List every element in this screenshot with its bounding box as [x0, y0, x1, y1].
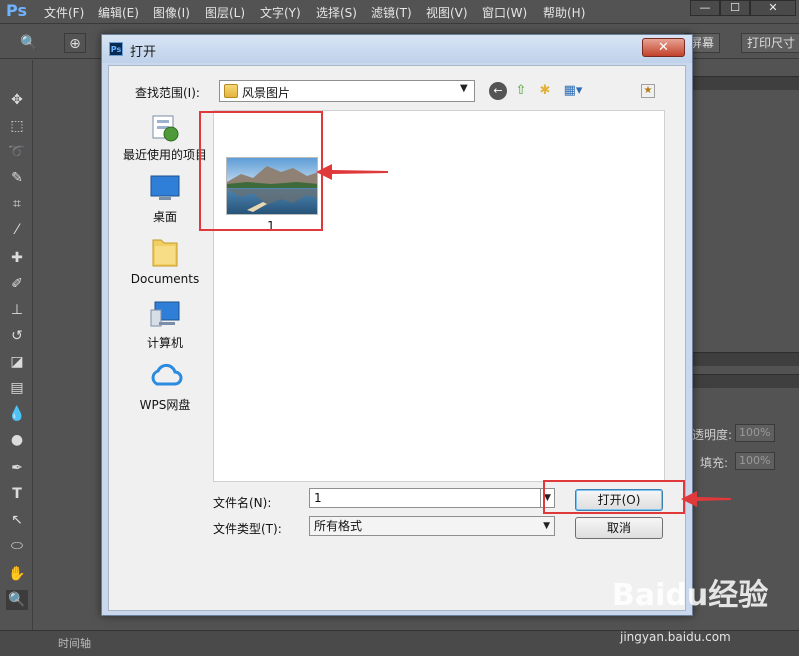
menu-bar: Ps 文件(F) 编辑(E) 图像(I) 图层(L) 文字(Y) 选择(S) 滤…	[0, 0, 799, 24]
place-label: WPS网盘	[139, 398, 191, 412]
menu-type[interactable]: 文字(Y)	[260, 4, 301, 21]
dodge-tool-icon[interactable]: ●	[6, 430, 28, 450]
shape-tool-icon[interactable]: ⬭	[6, 536, 28, 556]
back-icon[interactable]: ←	[489, 82, 507, 100]
folder-icon	[224, 84, 238, 98]
dialog-body: 查找范围(I): 风景图片 ▼ ← ⇧ ✱ ▦▾ ★ 最近使用的项目 桌面 Do…	[108, 65, 686, 611]
look-in-value: 风景图片	[242, 86, 291, 100]
eraser-tool-icon[interactable]: ◪	[6, 352, 28, 372]
dialog-title-bar: Ps 打开 ✕	[102, 35, 692, 63]
panel-header	[688, 352, 799, 366]
up-folder-icon[interactable]: ⇧	[512, 82, 530, 100]
print-size-button[interactable]: 打印尺寸	[741, 33, 799, 53]
documents-folder-icon	[152, 239, 178, 267]
open-file-dialog: Ps 打开 ✕ 查找范围(I): 风景图片 ▼ ← ⇧ ✱ ▦▾ ★ 最近使用的…	[101, 34, 693, 616]
lasso-tool-icon[interactable]: ➰	[6, 142, 28, 162]
favorite-folder-icon[interactable]: ★	[641, 84, 655, 98]
zoom-in-icon[interactable]: ⊕	[64, 33, 86, 53]
zoom-tool-active-icon[interactable]: 🔍	[6, 590, 28, 610]
baidu-watermark-url: jingyan.baidu.com	[620, 630, 731, 644]
timeline-label: 时间轴	[58, 637, 91, 650]
baidu-watermark: Baidu经验	[612, 578, 769, 613]
chevron-down-icon: ▼	[543, 521, 550, 531]
chevron-down-icon: ▼	[460, 83, 468, 94]
highlight-box-open-button	[543, 480, 685, 514]
menu-window[interactable]: 窗口(W)	[482, 4, 527, 21]
menu-layer[interactable]: 图层(L)	[205, 4, 245, 21]
desktop-icon	[150, 175, 180, 200]
pen-tool-icon[interactable]: ✒	[6, 458, 28, 478]
highlight-box-file	[199, 111, 323, 231]
places-bar: 最近使用的项目 桌面 Documents 计算机 WPS网盘	[121, 110, 209, 584]
red-arrow-icon	[316, 164, 388, 180]
marquee-tool-icon[interactable]: ⬚	[6, 116, 28, 136]
brush-tool-icon[interactable]: ✐	[6, 274, 28, 294]
filetype-select[interactable]: 所有格式 ▼	[309, 516, 555, 536]
hand-tool-icon[interactable]: ✋	[6, 564, 28, 584]
wps-cloud-icon	[151, 363, 183, 386]
photoshop-logo: Ps	[6, 1, 27, 20]
quick-select-tool-icon[interactable]: ✎	[6, 168, 28, 188]
dialog-close-button[interactable]: ✕	[642, 38, 685, 57]
type-tool-icon[interactable]: T	[6, 484, 28, 504]
menu-select[interactable]: 选择(S)	[316, 4, 357, 21]
path-select-tool-icon[interactable]: ↖	[6, 510, 28, 530]
fill-field[interactable]: 100%	[735, 452, 775, 470]
eyedropper-tool-icon[interactable]: ⁄	[6, 220, 28, 240]
new-folder-icon[interactable]: ✱	[536, 82, 554, 100]
computer-icon	[150, 301, 180, 327]
place-label: 桌面	[152, 210, 177, 224]
cancel-button[interactable]: 取消	[575, 517, 663, 539]
healing-brush-tool-icon[interactable]: ✚	[6, 248, 28, 268]
crop-tool-icon[interactable]: ⌗	[6, 194, 28, 214]
opacity-field[interactable]: 100%	[735, 424, 775, 442]
maximize-button[interactable]: ☐	[720, 0, 750, 16]
look-in-label: 查找范围(I):	[135, 86, 200, 100]
panel-header	[688, 76, 799, 90]
zoom-tool-icon: 🔍	[20, 35, 38, 51]
view-menu-icon[interactable]: ▦▾	[560, 82, 586, 100]
tools-panel: ✥ ⬚ ➰ ✎ ⌗ ⁄ ✚ ✐ ⊥ ↺ ◪ ▤ 💧 ● ✒ T ↖ ⬭ ✋ 🔍	[0, 60, 33, 652]
menu-filter[interactable]: 滤镜(T)	[371, 4, 412, 21]
menu-help[interactable]: 帮助(H)	[543, 4, 585, 21]
fill-label: 填充:	[700, 456, 729, 470]
menu-file[interactable]: 文件(F)	[44, 4, 84, 21]
history-brush-tool-icon[interactable]: ↺	[6, 326, 28, 346]
filename-label: 文件名(N):	[213, 496, 272, 510]
menu-image[interactable]: 图像(I)	[153, 4, 190, 21]
photoshop-icon: Ps	[109, 42, 123, 56]
panel-header	[688, 374, 799, 388]
menu-view[interactable]: 视图(V)	[426, 4, 468, 21]
place-label: 最近使用的项目	[122, 148, 207, 162]
recent-items-icon	[152, 115, 179, 142]
menu-edit[interactable]: 编辑(E)	[98, 4, 139, 21]
close-window-button[interactable]: ✕	[750, 0, 796, 16]
gradient-tool-icon[interactable]: ▤	[6, 378, 28, 398]
place-label: Documents	[130, 272, 200, 286]
red-arrow-icon	[681, 491, 731, 507]
stamp-tool-icon[interactable]: ⊥	[6, 300, 28, 320]
dialog-title: 打开	[130, 45, 157, 60]
filetype-label: 文件类型(T):	[213, 522, 282, 536]
opacity-label: 透明度:	[692, 428, 733, 442]
filetype-value: 所有格式	[314, 519, 363, 533]
look-in-dropdown[interactable]: 风景图片 ▼	[219, 80, 475, 102]
right-panels: 透明度: 100% 填充: 100%	[688, 60, 799, 635]
filename-input[interactable]: 1	[309, 488, 541, 508]
minimize-button[interactable]: —	[690, 0, 720, 16]
place-label: 计算机	[146, 336, 183, 350]
move-tool-icon[interactable]: ✥	[6, 90, 28, 110]
blur-tool-icon[interactable]: 💧	[6, 404, 28, 424]
